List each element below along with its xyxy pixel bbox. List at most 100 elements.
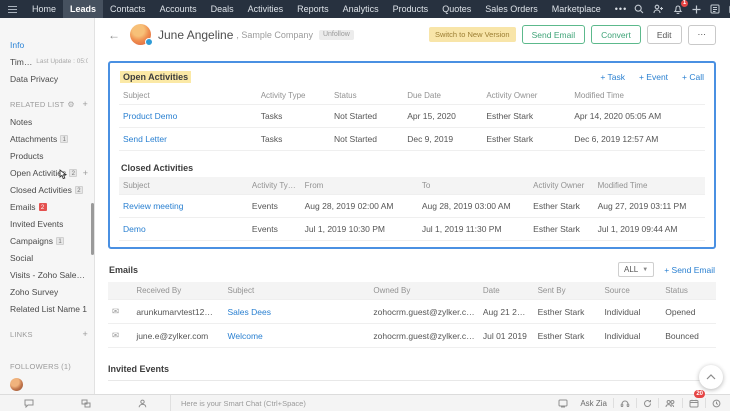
email-subject-link[interactable]: Sales Dees — [223, 299, 370, 324]
activity-panel-icon[interactable] — [710, 4, 720, 14]
send-email-button[interactable]: Send Email — [521, 25, 586, 44]
notifications-bell-icon[interactable]: 1 — [673, 0, 689, 14]
table-row: Send Letter Tasks Not Started Dec 9, 201… — [119, 127, 705, 151]
history-clock-icon[interactable] — [706, 395, 730, 411]
nav-tab-quotes[interactable]: Quotes — [435, 0, 478, 18]
users-group-icon[interactable] — [659, 395, 682, 411]
nav-tab-marketplace[interactable]: Marketplace — [545, 0, 608, 18]
column-header[interactable]: Activity Owner — [482, 87, 570, 105]
column-header[interactable]: Received By — [132, 282, 224, 300]
nav-tab-sales-orders[interactable]: Sales Orders — [478, 0, 545, 18]
search-icon[interactable] — [634, 4, 644, 14]
sidebar-item-invited-events[interactable]: Invited Events — [0, 215, 94, 232]
refresh-sync-icon[interactable] — [637, 395, 658, 411]
quick-create-plus-icon[interactable] — [692, 5, 701, 14]
follower-avatar[interactable] — [10, 378, 23, 391]
column-header[interactable]: Activity Owner — [529, 177, 594, 195]
sidebar-item-data-privacy[interactable]: Data Privacy — [0, 70, 94, 87]
nav-tab-contacts[interactable]: Contacts — [103, 0, 153, 18]
column-header[interactable]: Status — [330, 87, 403, 105]
nav-tab-analytics[interactable]: Analytics — [336, 0, 386, 18]
sidebar-item-closed-activities[interactable]: Closed Activities 2 — [0, 181, 94, 198]
add-user-icon[interactable] — [653, 4, 664, 14]
column-header[interactable]: Subject — [119, 87, 257, 105]
column-header[interactable]: To — [417, 177, 530, 195]
column-header[interactable]: From — [300, 177, 418, 195]
column-header[interactable]: Activity Type — [247, 177, 301, 195]
column-header[interactable]: Due Date — [403, 87, 482, 105]
sidebar-item-timeline[interactable]: Timeline Last Update : 05:05 AM — [0, 53, 94, 70]
sidebar-item-notes[interactable]: Notes — [0, 113, 94, 130]
sidebar-item-social[interactable]: Social — [0, 249, 94, 266]
column-header[interactable]: Activity Type — [257, 87, 330, 105]
back-arrow-icon[interactable]: ← — [108, 28, 120, 42]
send-email-link[interactable]: + Send Email — [664, 265, 715, 275]
sidebar-item-emails[interactable]: Emails 2 — [0, 198, 94, 215]
nav-utilities: 1 — [634, 0, 730, 18]
record-avatar[interactable] — [130, 24, 153, 46]
zia-headset-icon[interactable] — [614, 395, 636, 411]
column-header[interactable]: Modified Time — [570, 87, 705, 105]
column-header[interactable]: Modified Time — [593, 177, 705, 195]
activity-subject-link[interactable]: Product Demo — [119, 104, 257, 128]
sidebar-item-zoho-survey[interactable]: Zoho Survey — [0, 283, 94, 300]
add-event-link[interactable]: + Event — [639, 72, 668, 82]
more-actions-button[interactable]: ⋯ — [687, 24, 716, 45]
record-actions: Switch to New Version Send Email Convert… — [428, 24, 716, 45]
sidebar-item-info[interactable]: Info — [0, 36, 94, 53]
contacts-person-icon[interactable] — [132, 395, 153, 411]
scroll-to-top-button[interactable] — [699, 365, 723, 389]
activity-subject-link[interactable]: Demo — [119, 217, 248, 241]
chat-window-icon[interactable] — [552, 395, 574, 411]
nav-tab-deals[interactable]: Deals — [204, 0, 241, 18]
sidebar-item-visits-zoho-salesiq[interactable]: Visits - Zoho SalesIQ — [0, 266, 94, 283]
channels-icon[interactable] — [75, 395, 97, 411]
switch-to-new-version-button[interactable]: Switch to New Version — [428, 27, 516, 42]
chat-bubble-icon[interactable] — [18, 395, 40, 411]
sidebar-item-open-activities[interactable]: Open Activities 2 + — [0, 164, 94, 181]
nav-tab-reports[interactable]: Reports — [290, 0, 336, 18]
column-header[interactable]: Source — [600, 282, 662, 300]
smart-chat-hint[interactable]: Here is your Smart Chat (Ctrl+Space) — [170, 395, 552, 411]
nav-tab-activities[interactable]: Activities — [241, 0, 291, 18]
column-header[interactable]: Subject — [119, 177, 248, 195]
column-header[interactable]: Sent By — [533, 282, 601, 300]
convert-button[interactable]: Convert — [591, 25, 641, 44]
hamburger-menu-icon[interactable] — [0, 0, 25, 18]
cell-status: Opened — [661, 299, 716, 324]
sidebar-scrollbar[interactable] — [91, 203, 94, 255]
column-header[interactable]: Subject — [223, 282, 370, 300]
cell-date: Jul 01 2019 — [478, 323, 534, 348]
add-task-link[interactable]: + Task — [600, 72, 625, 82]
nav-tab-accounts[interactable]: Accounts — [153, 0, 204, 18]
unfollow-button[interactable]: Unfollow — [318, 29, 354, 40]
nav-tab-home[interactable]: Home — [25, 0, 63, 18]
sidebar-item-attachments[interactable]: Attachments 1 — [0, 130, 94, 147]
nav-overflow-button[interactable]: ••• — [608, 0, 634, 18]
sidebar-item-products[interactable]: Products — [0, 147, 94, 164]
invited-events-section: Invited Events No records found — [108, 364, 716, 394]
activity-subject-link[interactable]: Review meeting — [119, 194, 248, 218]
sidebar: Info Timeline Last Update : 05:05 AM Dat… — [0, 18, 95, 394]
sidebar-item-related-list-name-1[interactable]: Related List Name 1 — [0, 300, 94, 317]
closed-activities-count-badge: 2 — [74, 185, 83, 194]
edit-button[interactable]: Edit — [646, 25, 682, 44]
cell-sent-by: Esther Stark — [533, 323, 601, 348]
open-activities-add-icon[interactable]: + — [83, 168, 88, 178]
emails-filter-dropdown[interactable]: ALL ▼ — [618, 262, 655, 277]
links-add-icon[interactable]: + — [83, 329, 88, 339]
nav-tab-products[interactable]: Products — [386, 0, 436, 18]
related-list-add-icon[interactable]: + — [83, 99, 88, 109]
nav-tab-leads[interactable]: Leads — [63, 0, 104, 18]
add-call-link[interactable]: + Call — [682, 72, 704, 82]
sidebar-item-campaigns[interactable]: Campaigns 1 — [0, 232, 94, 249]
gear-icon[interactable]: ⚙ — [67, 100, 74, 109]
avatar-edit-badge-icon[interactable] — [145, 38, 153, 46]
activity-subject-link[interactable]: Send Letter — [119, 127, 257, 151]
column-header[interactable]: Owned By — [369, 282, 479, 300]
column-header[interactable]: Status — [661, 282, 716, 300]
ask-zia-button[interactable]: Ask Zia — [574, 399, 613, 408]
email-subject-link[interactable]: Welcome — [223, 323, 370, 348]
calendar-icon[interactable]: 20 — [683, 390, 705, 411]
column-header[interactable]: Date — [478, 282, 534, 300]
